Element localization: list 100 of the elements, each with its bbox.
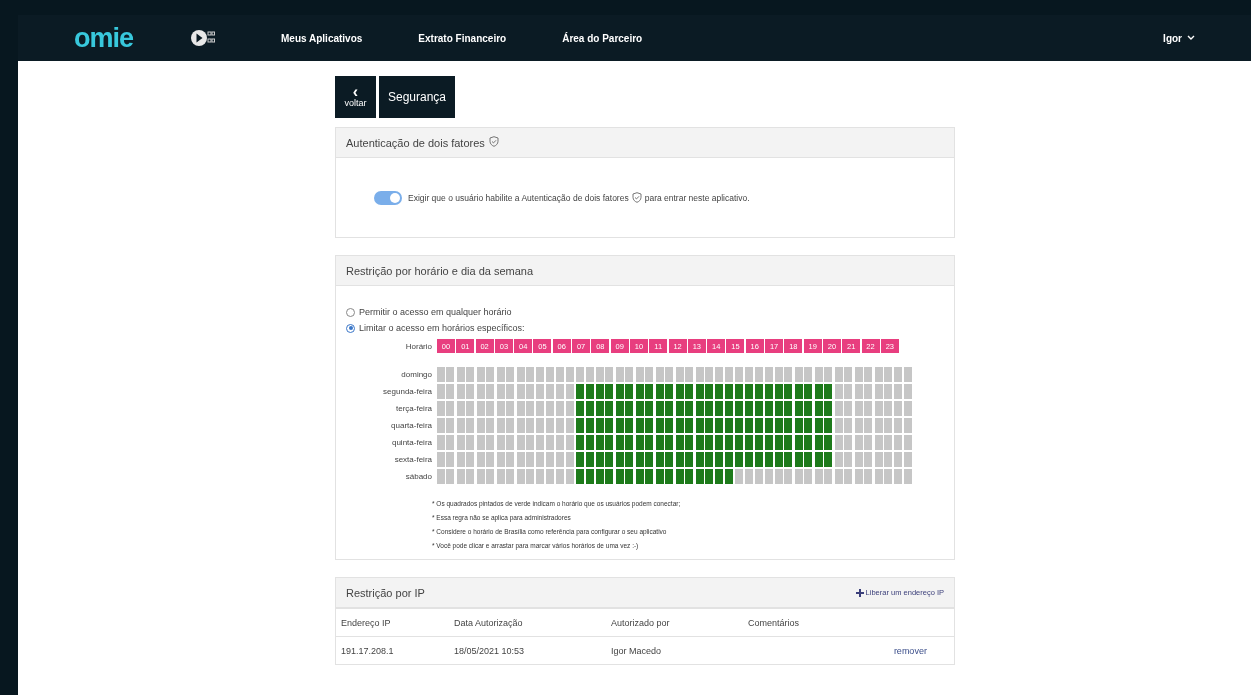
omie-logo[interactable]: omie [74, 24, 134, 52]
time-slot[interactable] [596, 469, 605, 484]
time-slot[interactable] [744, 435, 753, 450]
time-slot[interactable] [655, 418, 664, 433]
time-slot[interactable] [775, 452, 784, 467]
radio-button[interactable] [346, 307, 355, 317]
time-slot[interactable] [775, 401, 784, 416]
time-slot[interactable] [695, 384, 704, 399]
time-slot[interactable] [735, 418, 744, 433]
time-slot[interactable] [795, 435, 804, 450]
time-slot[interactable] [695, 401, 704, 416]
time-slot[interactable] [804, 418, 813, 433]
time-slot[interactable] [704, 401, 713, 416]
time-slot[interactable] [605, 401, 614, 416]
time-slot[interactable] [605, 469, 614, 484]
back-button[interactable]: ‹ voltar [335, 76, 376, 118]
time-slot[interactable] [645, 452, 654, 467]
time-slot[interactable] [824, 401, 833, 416]
time-slot[interactable] [645, 384, 654, 399]
time-slot[interactable] [795, 452, 804, 467]
time-slot[interactable] [576, 384, 585, 399]
time-slot[interactable] [724, 418, 733, 433]
time-slot[interactable] [704, 384, 713, 399]
time-slot[interactable] [665, 401, 674, 416]
time-slot[interactable] [625, 469, 634, 484]
time-slot[interactable] [755, 384, 764, 399]
time-slot[interactable] [635, 401, 644, 416]
time-slot[interactable] [635, 469, 644, 484]
time-slot[interactable] [784, 452, 793, 467]
time-slot[interactable] [764, 384, 773, 399]
time-slot[interactable] [576, 401, 585, 416]
time-slot[interactable] [824, 384, 833, 399]
time-slot[interactable] [795, 401, 804, 416]
time-slot[interactable] [635, 435, 644, 450]
time-slot[interactable] [795, 418, 804, 433]
time-slot[interactable] [695, 418, 704, 433]
time-slot[interactable] [695, 435, 704, 450]
time-slot[interactable] [576, 418, 585, 433]
time-slot[interactable] [724, 469, 733, 484]
time-slot[interactable] [665, 469, 674, 484]
time-slot[interactable] [804, 435, 813, 450]
time-slot[interactable] [585, 435, 594, 450]
time-slot[interactable] [675, 418, 684, 433]
time-slot[interactable] [764, 452, 773, 467]
time-slot[interactable] [645, 418, 654, 433]
time-slot[interactable] [715, 469, 724, 484]
time-slot[interactable] [775, 384, 784, 399]
time-slot[interactable] [665, 384, 674, 399]
time-slot[interactable] [585, 401, 594, 416]
time-slot[interactable] [715, 401, 724, 416]
time-slot[interactable] [675, 435, 684, 450]
time-slot[interactable] [635, 418, 644, 433]
time-slot[interactable] [804, 384, 813, 399]
time-slot[interactable] [744, 401, 753, 416]
time-slot[interactable] [576, 469, 585, 484]
time-slot[interactable] [605, 384, 614, 399]
time-slot[interactable] [596, 452, 605, 467]
time-slot[interactable] [704, 452, 713, 467]
apps-icon[interactable] [191, 29, 216, 47]
time-slot[interactable] [675, 384, 684, 399]
time-slot[interactable] [625, 401, 634, 416]
time-slot[interactable] [655, 384, 664, 399]
time-slot[interactable] [744, 418, 753, 433]
time-slot[interactable] [645, 435, 654, 450]
time-slot[interactable] [605, 435, 614, 450]
time-slot[interactable] [764, 435, 773, 450]
time-slot[interactable] [645, 469, 654, 484]
time-slot[interactable] [596, 435, 605, 450]
time-slot[interactable] [814, 401, 823, 416]
time-slot[interactable] [814, 452, 823, 467]
time-slot[interactable] [625, 435, 634, 450]
time-slot[interactable] [755, 452, 764, 467]
nav-link[interactable]: Extrato Financeiro [418, 32, 507, 44]
time-slot[interactable] [775, 435, 784, 450]
time-slot[interactable] [655, 452, 664, 467]
time-slot[interactable] [715, 418, 724, 433]
time-slot[interactable] [695, 452, 704, 467]
time-slot[interactable] [576, 435, 585, 450]
time-slot[interactable] [764, 418, 773, 433]
time-slot[interactable] [804, 401, 813, 416]
time-slot[interactable] [585, 384, 594, 399]
nav-link[interactable]: Meus Aplicativos [281, 32, 363, 44]
remove-link[interactable]: remover [893, 645, 927, 656]
radio-button[interactable] [346, 323, 355, 333]
time-slot[interactable] [755, 401, 764, 416]
time-slot[interactable] [635, 384, 644, 399]
time-slot[interactable] [665, 452, 674, 467]
time-slot[interactable] [735, 452, 744, 467]
time-slot[interactable] [724, 435, 733, 450]
time-slot[interactable] [735, 435, 744, 450]
time-slot[interactable] [784, 401, 793, 416]
time-slot[interactable] [715, 435, 724, 450]
time-slot[interactable] [655, 469, 664, 484]
time-slot[interactable] [824, 418, 833, 433]
time-slot[interactable] [625, 452, 634, 467]
time-slot[interactable] [724, 384, 733, 399]
time-slot[interactable] [735, 384, 744, 399]
time-slot[interactable] [795, 384, 804, 399]
user-menu[interactable]: Igor [1163, 32, 1195, 44]
time-slot[interactable] [655, 435, 664, 450]
